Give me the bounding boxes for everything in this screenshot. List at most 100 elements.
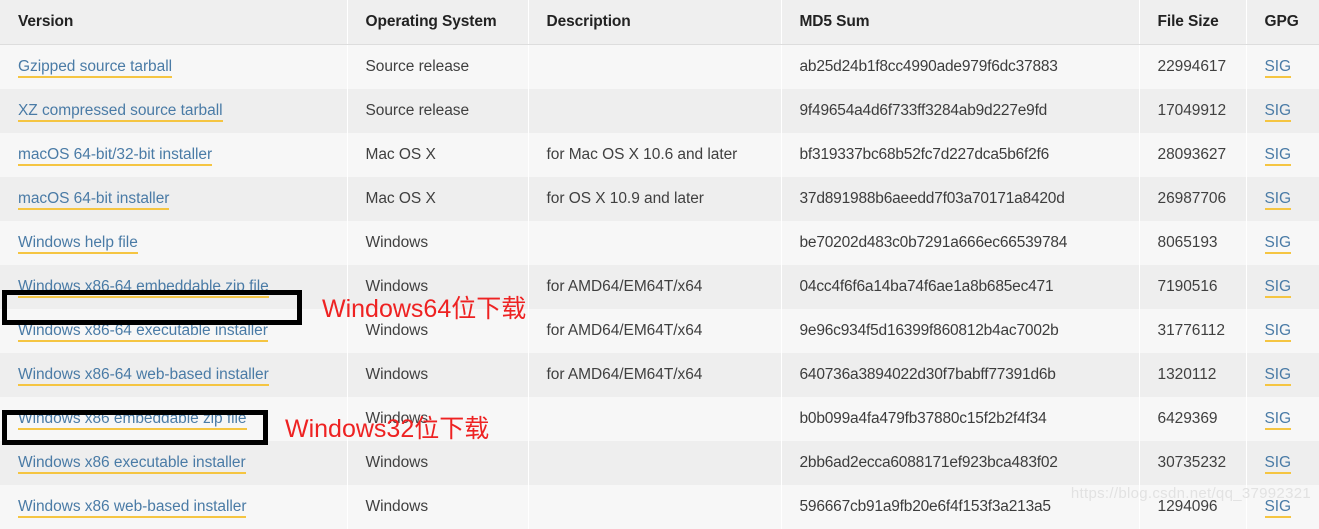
column-header-description[interactable]: Description [528, 0, 781, 45]
cell-md5: ab25d24b1f8cc4990ade979f6dc37883 [781, 45, 1139, 90]
table-row: Windows x86 embeddable zip file Windows b0… [0, 397, 1319, 441]
table-row: macOS 64-bit installer Mac OS Xfor OS X 1… [0, 177, 1319, 221]
signature-link[interactable]: SIG [1265, 190, 1292, 210]
cell-md5: 2bb6ad2ecca6088171ef923bca483f02 [781, 441, 1139, 485]
cell-description: for AMD64/EM64T/x64 [528, 353, 781, 397]
cell-file-size: 8065193 [1139, 221, 1246, 265]
table-row: Windows help file Windows be70202d483c0b72… [0, 221, 1319, 265]
cell-version: XZ compressed source tarball [0, 89, 347, 133]
cell-version: Gzipped source tarball [0, 45, 347, 90]
column-header-md5[interactable]: MD5 Sum [781, 0, 1139, 45]
cell-os: Windows [347, 265, 528, 309]
watermark: https://blog.csdn.net/qq_37992321 [1071, 485, 1311, 502]
table-row: Windows x86-64 web-based installer Window… [0, 353, 1319, 397]
cell-description: for Mac OS X 10.6 and later [528, 133, 781, 177]
cell-file-size: 17049912 [1139, 89, 1246, 133]
cell-file-size: 6429369 [1139, 397, 1246, 441]
table-body: Gzipped source tarball Source release ab25… [0, 45, 1319, 529]
cell-description [528, 45, 781, 90]
cell-md5: 640736a3894022d30f7babff77391d6b [781, 353, 1139, 397]
cell-file-size: 31776112 [1139, 309, 1246, 353]
cell-md5: be70202d483c0b7291a666ec66539784 [781, 221, 1139, 265]
cell-version: Windows x86 embeddable zip file [0, 397, 347, 441]
download-link[interactable]: Windows x86-64 web-based installer [18, 366, 269, 386]
cell-file-size: 22994617 [1139, 45, 1246, 90]
cell-version: macOS 64-bit/32-bit installer [0, 133, 347, 177]
cell-version: Windows x86 executable installer [0, 441, 347, 485]
column-header-os[interactable]: Operating System [347, 0, 528, 45]
column-header-version[interactable]: Version [0, 0, 347, 45]
download-link[interactable]: Windows x86 web-based installer [18, 498, 246, 518]
cell-file-size: 1320112 [1139, 353, 1246, 397]
table-row: Windows x86-64 embeddable zip file Window… [0, 265, 1319, 309]
cell-file-size: 28093627 [1139, 133, 1246, 177]
table-row: Windows x86 executable installer Windows 2… [0, 441, 1319, 485]
download-link[interactable]: Windows x86 executable installer [18, 454, 246, 474]
cell-version: Windows help file [0, 221, 347, 265]
signature-link[interactable]: SIG [1265, 366, 1292, 386]
signature-link[interactable]: SIG [1265, 322, 1292, 342]
download-link[interactable]: XZ compressed source tarball [18, 102, 223, 122]
cell-version: Windows x86-64 embeddable zip file [0, 265, 347, 309]
cell-gpg: SIG [1246, 353, 1319, 397]
cell-md5: 9e96c934f5d16399f860812b4ac7002b [781, 309, 1139, 353]
cell-os: Mac OS X [347, 177, 528, 221]
table-header: Version Operating System Description MD5… [0, 0, 1319, 45]
cell-gpg: SIG [1246, 177, 1319, 221]
download-link[interactable]: macOS 64-bit installer [18, 190, 169, 210]
signature-link[interactable]: SIG [1265, 146, 1292, 166]
cell-version: Windows x86 web-based installer [0, 485, 347, 529]
cell-os: Source release [347, 89, 528, 133]
cell-md5: 9f49654a4d6f733ff3284ab9d227e9fd [781, 89, 1139, 133]
download-page: Version Operating System Description MD5… [0, 0, 1319, 505]
cell-version: macOS 64-bit installer [0, 177, 347, 221]
signature-link[interactable]: SIG [1265, 278, 1292, 298]
cell-file-size: 7190516 [1139, 265, 1246, 309]
cell-md5: bf319337bc68b52fc7d227dca5b6f2f6 [781, 133, 1139, 177]
cell-md5: 37d891988b6aeedd7f03a70171a8420d [781, 177, 1139, 221]
table-header-row: Version Operating System Description MD5… [0, 0, 1319, 45]
cell-os: Windows [347, 397, 528, 441]
cell-gpg: SIG [1246, 441, 1319, 485]
table-row: macOS 64-bit/32-bit installer Mac OS Xfor… [0, 133, 1319, 177]
cell-description [528, 441, 781, 485]
python-downloads-table: Version Operating System Description MD5… [0, 0, 1319, 529]
cell-description: for OS X 10.9 and later [528, 177, 781, 221]
signature-link[interactable]: SIG [1265, 234, 1292, 254]
cell-gpg: SIG [1246, 89, 1319, 133]
cell-gpg: SIG [1246, 221, 1319, 265]
cell-os: Windows [347, 485, 528, 529]
cell-description [528, 397, 781, 441]
table-row: Gzipped source tarball Source release ab25… [0, 45, 1319, 90]
cell-gpg: SIG [1246, 45, 1319, 90]
signature-link[interactable]: SIG [1265, 58, 1292, 78]
download-link[interactable]: macOS 64-bit/32-bit installer [18, 146, 212, 166]
cell-os: Mac OS X [347, 133, 528, 177]
signature-link[interactable]: SIG [1265, 454, 1292, 474]
cell-file-size: 30735232 [1139, 441, 1246, 485]
signature-link[interactable]: SIG [1265, 410, 1292, 430]
cell-os: Windows [347, 441, 528, 485]
download-link[interactable]: Gzipped source tarball [18, 58, 172, 78]
cell-gpg: SIG [1246, 397, 1319, 441]
cell-gpg: SIG [1246, 133, 1319, 177]
cell-md5: 04cc4f6f6a14ba74f6ae1a8b685ec471 [781, 265, 1139, 309]
cell-version: Windows x86-64 web-based installer [0, 353, 347, 397]
cell-description [528, 89, 781, 133]
download-link[interactable]: Windows help file [18, 234, 138, 254]
cell-version: Windows x86-64 executable installer [0, 309, 347, 353]
column-header-size[interactable]: File Size [1139, 0, 1246, 45]
download-link[interactable]: Windows x86-64 embeddable zip file [18, 278, 269, 298]
cell-description: for AMD64/EM64T/x64 [528, 309, 781, 353]
download-link[interactable]: Windows x86-64 executable installer [18, 322, 268, 342]
download-link[interactable]: Windows x86 embeddable zip file [18, 410, 247, 430]
column-header-gpg[interactable]: GPG [1246, 0, 1319, 45]
signature-link[interactable]: SIG [1265, 102, 1292, 122]
cell-os: Source release [347, 45, 528, 90]
cell-os: Windows [347, 353, 528, 397]
cell-os: Windows [347, 221, 528, 265]
cell-os: Windows [347, 309, 528, 353]
cell-description: for AMD64/EM64T/x64 [528, 265, 781, 309]
cell-md5: b0b099a4fa479fb37880c15f2b2f4f34 [781, 397, 1139, 441]
table-row: XZ compressed source tarball Source relea… [0, 89, 1319, 133]
